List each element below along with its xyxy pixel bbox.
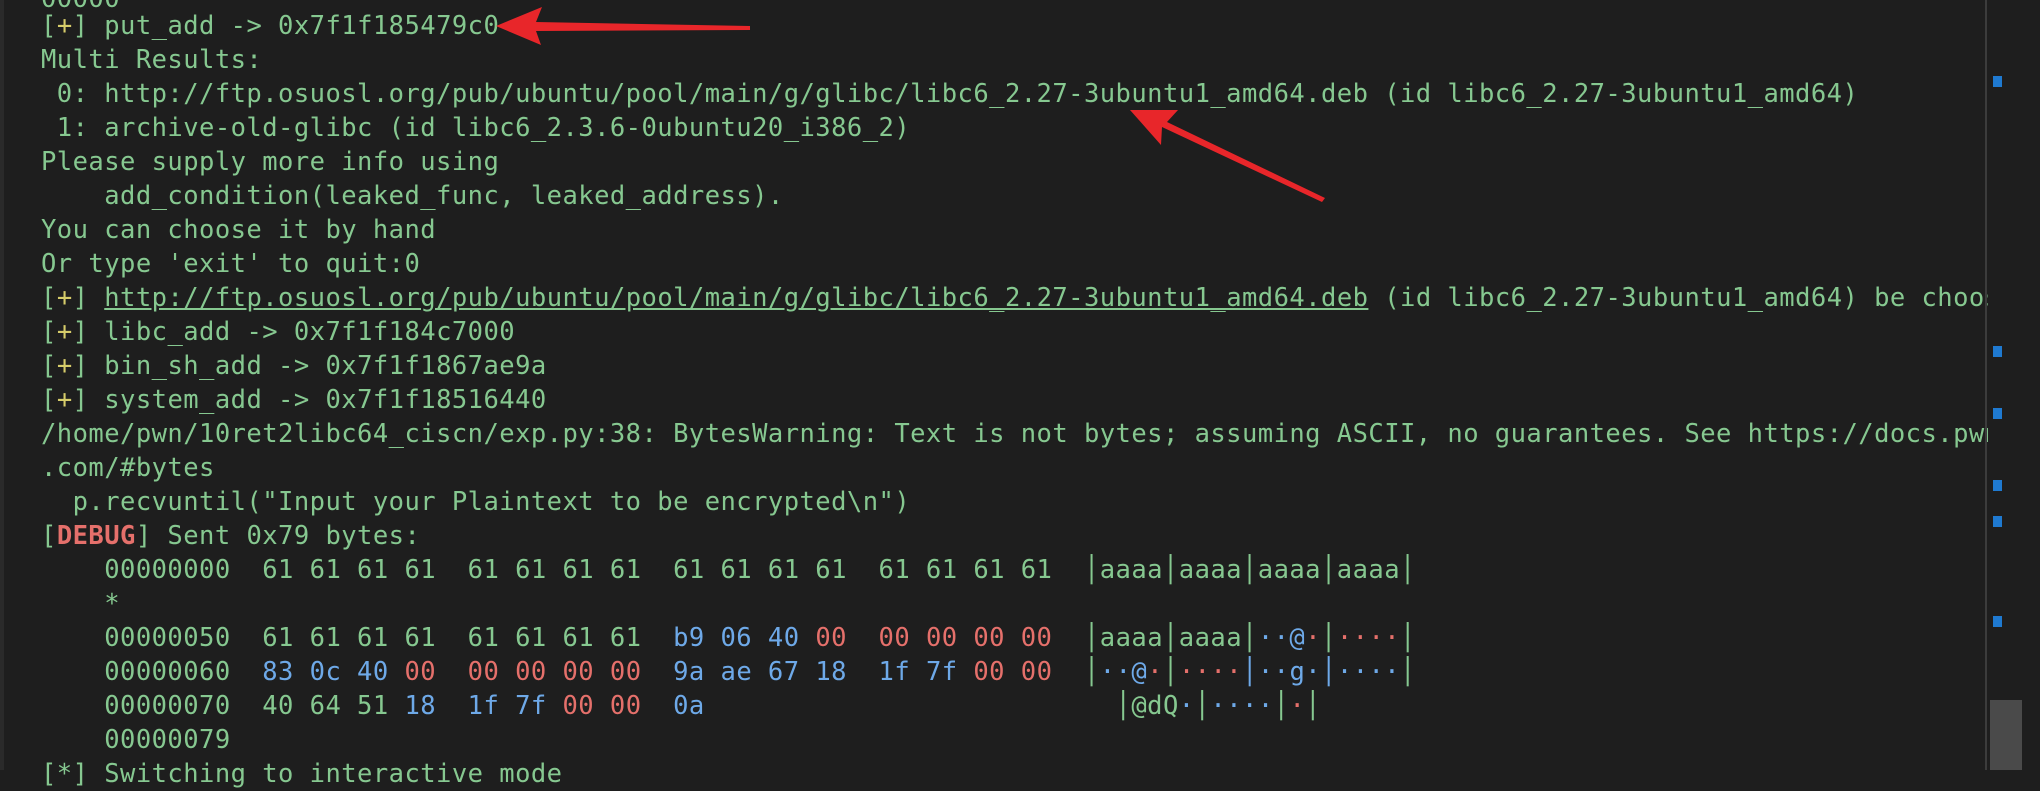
red-arrow-icon <box>496 7 750 45</box>
annotation-arrows <box>496 7 1325 202</box>
red-arrow-icon <box>1130 110 1325 202</box>
